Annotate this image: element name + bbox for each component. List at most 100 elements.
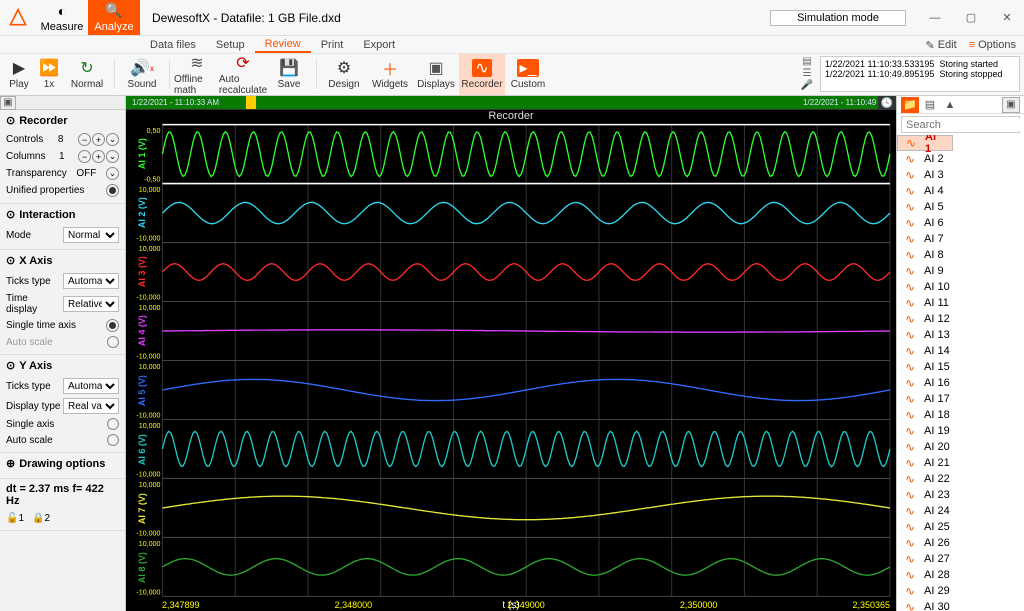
panel-collapse-right[interactable]: ▣ xyxy=(1002,97,1020,113)
channel-item[interactable]: ∿AI 11 xyxy=(897,295,1024,311)
channel-item[interactable]: ∿AI 15 xyxy=(897,359,1024,375)
simulation-mode-chip: Simulation mode xyxy=(770,10,906,26)
time-nav-bar[interactable]: 1/22/2021 - 11:10:33 AM 1/22/2021 - 11:1… xyxy=(126,96,896,110)
title-bar: ◐ Measure 🔍 Analyze DewesoftX - Datafile… xyxy=(0,0,1024,36)
channel-item[interactable]: ∿AI 12 xyxy=(897,311,1024,327)
ch-view-tree[interactable]: 📁 xyxy=(901,97,919,113)
channel-item[interactable]: ∿AI 5 xyxy=(897,199,1024,215)
channel-item[interactable]: ∿AI 10 xyxy=(897,279,1024,295)
tab-measure[interactable]: ◐ Measure xyxy=(36,0,88,35)
minimize-button[interactable]: ― xyxy=(918,4,952,32)
unified-toggle[interactable] xyxy=(106,184,119,197)
wave-icon: ∿ xyxy=(905,600,919,611)
channel-item[interactable]: ∿AI 18 xyxy=(897,407,1024,423)
recorder-display[interactable]: 1/22/2021 - 11:10:33 AM 1/22/2021 - 11:1… xyxy=(126,96,896,611)
clock-icon[interactable]: 🕓 xyxy=(878,96,896,110)
channel-item[interactable]: ∿AI 6 xyxy=(897,215,1024,231)
lock-2[interactable]: 🔒2 xyxy=(32,513,50,524)
channel-item[interactable]: ∿AI 30 xyxy=(897,599,1024,611)
tab-analyze[interactable]: 🔍 Analyze xyxy=(88,0,140,35)
channel-item[interactable]: ∿AI 22 xyxy=(897,471,1024,487)
mode-select[interactable]: Normal xyxy=(63,227,119,243)
displays-button[interactable]: ▣Displays xyxy=(413,54,459,95)
controls-chevron[interactable]: ⌄ xyxy=(106,133,119,146)
channel-item[interactable]: ∿AI 4 xyxy=(897,183,1024,199)
yticks-select[interactable]: Automatic xyxy=(63,378,119,394)
columns-chevron[interactable]: ⌄ xyxy=(106,150,119,163)
channel-item[interactable]: ∿AI 28 xyxy=(897,567,1024,583)
subtab-print[interactable]: Print xyxy=(311,38,354,52)
channel-item[interactable]: ∿AI 25 xyxy=(897,519,1024,535)
widgets-button[interactable]: ＋Widgets xyxy=(367,54,413,95)
channel-item[interactable]: ∿AI 26 xyxy=(897,535,1024,551)
channel-item[interactable]: ∿AI 7 xyxy=(897,231,1024,247)
edit-link[interactable]: ✎Edit xyxy=(925,39,956,52)
wave-icon: ∿ xyxy=(905,248,919,262)
controls-minus[interactable]: − xyxy=(78,133,91,146)
save-button[interactable]: 💾Save xyxy=(266,54,312,95)
channel-item[interactable]: ∿AI 8 xyxy=(897,247,1024,263)
panel-collapse-left[interactable]: ▣ xyxy=(0,96,16,110)
offline-math-button[interactable]: ≋Offline math xyxy=(174,54,220,95)
single-time-axis-toggle[interactable] xyxy=(106,319,119,332)
custom-button[interactable]: ▸_Custom xyxy=(505,54,551,95)
channel-item[interactable]: ∿AI 17 xyxy=(897,391,1024,407)
channel-item[interactable]: ∿AI 1 xyxy=(897,135,953,151)
sound-button[interactable]: 🔊xSound xyxy=(119,54,165,95)
event-mic-icon[interactable]: 🎤 xyxy=(800,80,814,92)
columns-minus[interactable]: − xyxy=(78,150,91,163)
y-autoscale-toggle[interactable] xyxy=(107,434,119,446)
channel-search[interactable]: 🔍 xyxy=(901,116,1020,133)
toolbar: ▶Play ⏩1x ↻Normal 🔊xSound ≋Offline math … xyxy=(0,54,1024,96)
wave-icon: ∿ xyxy=(905,216,919,230)
channel-item[interactable]: ∿AI 20 xyxy=(897,439,1024,455)
subtab-data-files[interactable]: Data files xyxy=(140,38,206,52)
display-type-select[interactable]: Real value xyxy=(63,398,119,414)
wave-icon: ∿ xyxy=(905,440,919,454)
subtab-export[interactable]: Export xyxy=(353,38,405,52)
options-link[interactable]: ≡Options xyxy=(969,39,1016,51)
channel-item[interactable]: ∿AI 21 xyxy=(897,455,1024,471)
transparency-chevron[interactable]: ⌄ xyxy=(106,167,119,180)
speed-button[interactable]: ⏩1x xyxy=(34,54,64,95)
close-button[interactable]: ✕ xyxy=(990,4,1024,32)
subtab-setup[interactable]: Setup xyxy=(206,38,255,52)
xticks-select[interactable]: Automatic xyxy=(63,273,119,289)
channel-item[interactable]: ∿AI 16 xyxy=(897,375,1024,391)
channel-item[interactable]: ∿AI 27 xyxy=(897,551,1024,567)
single-axis-toggle[interactable] xyxy=(107,418,119,430)
channel-item[interactable]: ∿AI 29 xyxy=(897,583,1024,599)
controls-plus[interactable]: + xyxy=(92,133,105,146)
maximize-button[interactable]: ▢ xyxy=(954,4,988,32)
channel-item[interactable]: ∿AI 2 xyxy=(897,151,1024,167)
mode-normal-button[interactable]: ↻Normal xyxy=(64,54,110,95)
channel-item[interactable]: ∿AI 13 xyxy=(897,327,1024,343)
channel-axis-label: AI 7 (V) xyxy=(126,479,158,538)
recorder-button[interactable]: ∿Recorder xyxy=(459,54,505,95)
channel-search-input[interactable] xyxy=(906,119,1024,131)
lock-1[interactable]: 🔓1 xyxy=(6,513,24,524)
channel-item[interactable]: ∿AI 19 xyxy=(897,423,1024,439)
wave-icon: ∿ xyxy=(905,424,919,438)
timedisp-select[interactable]: Relative xyxy=(63,296,119,312)
design-button[interactable]: ⚙Design xyxy=(321,54,367,95)
timedisp-label: Time display xyxy=(6,293,61,315)
play-button[interactable]: ▶Play xyxy=(4,54,34,95)
channel-item[interactable]: ∿AI 9 xyxy=(897,263,1024,279)
channel-axis-label: AI 4 (V) xyxy=(126,301,158,360)
event-chart-icon[interactable]: ☰ xyxy=(800,68,814,80)
auto-recalc-button[interactable]: ⟳Auto recalculate xyxy=(220,54,266,95)
x-autoscale-toggle[interactable] xyxy=(107,336,119,348)
event-list-icon[interactable]: ▤ xyxy=(800,56,814,68)
columns-plus[interactable]: + xyxy=(92,150,105,163)
math-icon: ≋ xyxy=(190,54,203,72)
wave-icon: ∿ xyxy=(905,152,919,166)
channel-item[interactable]: ∿AI 23 xyxy=(897,487,1024,503)
channel-item[interactable]: ∿AI 14 xyxy=(897,343,1024,359)
ch-view-cursor[interactable]: ▲ xyxy=(941,97,959,113)
subtab-review[interactable]: Review xyxy=(255,37,311,53)
ch-view-list[interactable]: ▤ xyxy=(921,97,939,113)
channel-item[interactable]: ∿AI 3 xyxy=(897,167,1024,183)
channel-item[interactable]: ∿AI 24 xyxy=(897,503,1024,519)
time-cursor[interactable] xyxy=(246,96,256,109)
